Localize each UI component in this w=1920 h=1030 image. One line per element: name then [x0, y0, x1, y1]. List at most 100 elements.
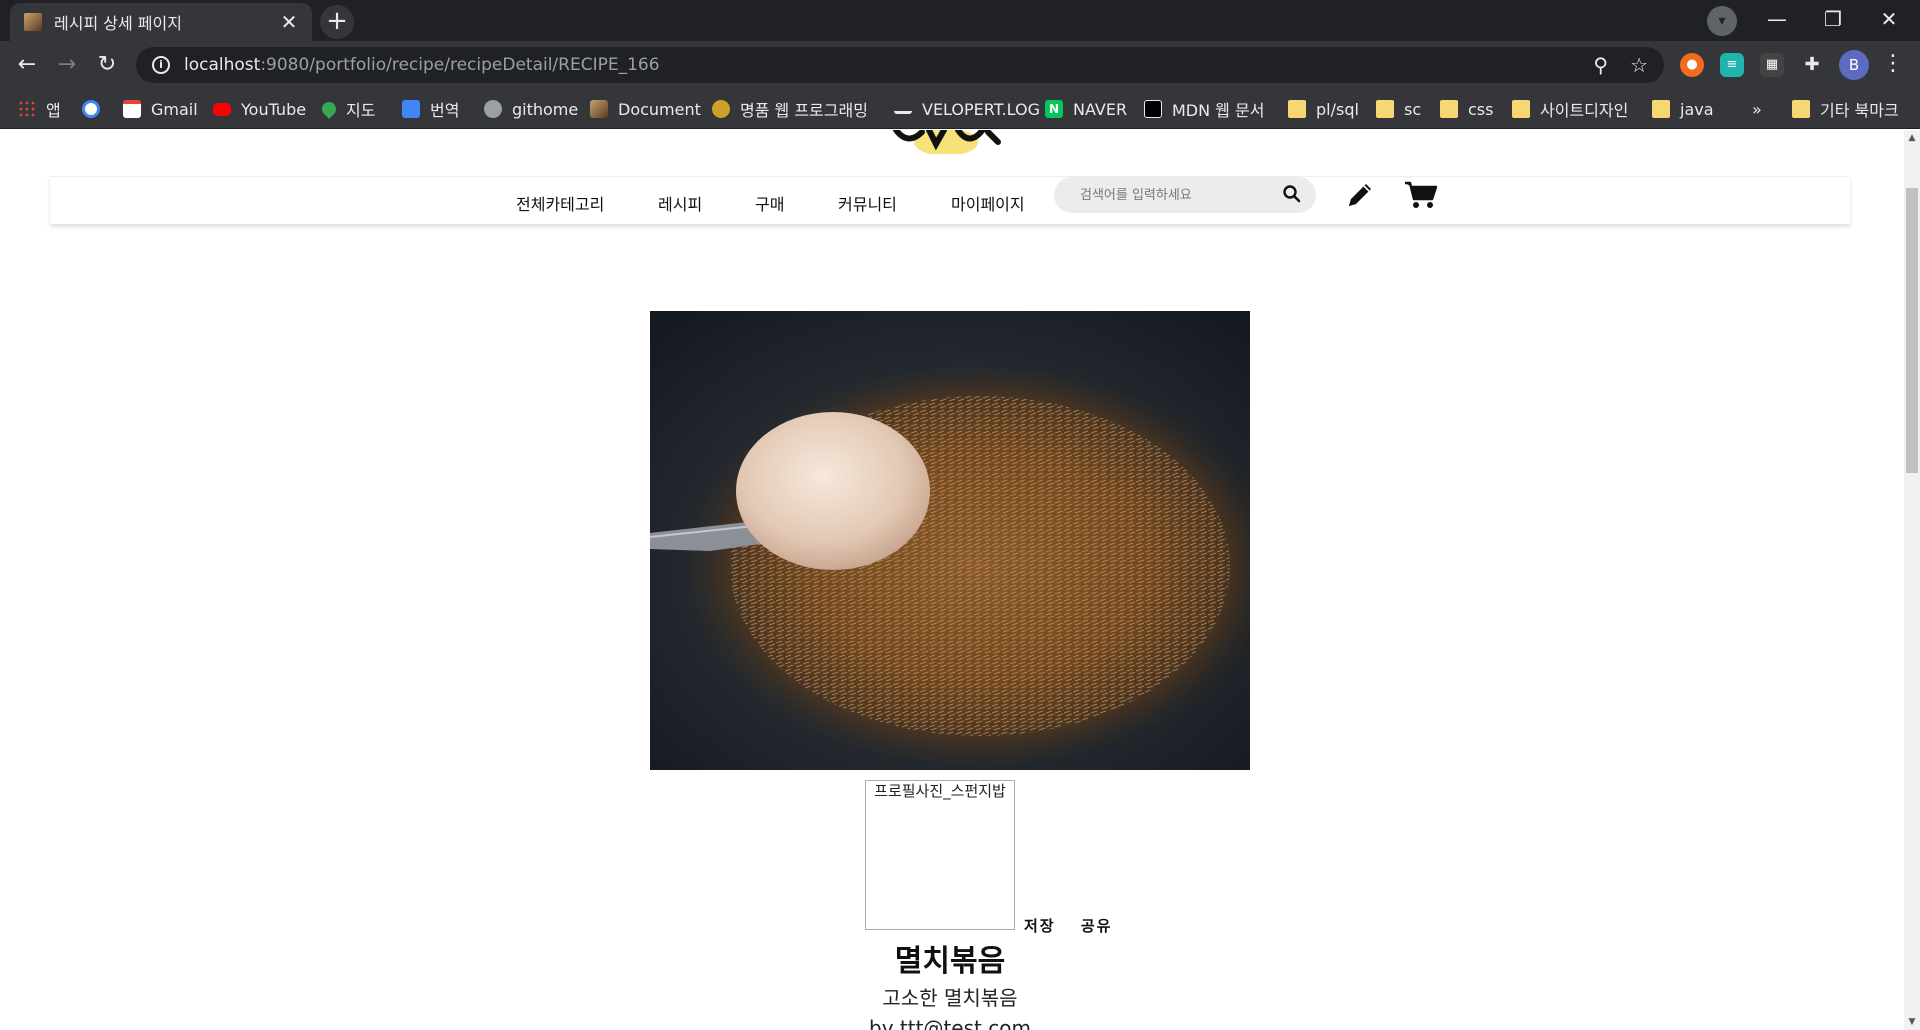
- reload-icon[interactable]: ↻: [90, 49, 124, 83]
- bookmark-githome[interactable]: githome: [484, 97, 578, 121]
- gmail-icon: [123, 100, 141, 118]
- zoom-icon[interactable]: ⚲: [1593, 53, 1608, 77]
- bookmark-document[interactable]: Document: [590, 97, 701, 121]
- folder-icon: [1376, 100, 1394, 118]
- shopping-cart-icon[interactable]: [1404, 180, 1438, 210]
- bookmark-label: Gmail: [151, 99, 198, 119]
- page-viewport: 전체카테고리 레시피 구매 커뮤니티 마이페이지 검색어를 입력하세요 프로필사…: [0, 130, 1904, 1030]
- address-bar[interactable]: i localhost:9080/portfolio/recipe/recipe…: [136, 47, 1664, 83]
- bookmark-label: 번역: [430, 101, 460, 120]
- bookmark-folder-css[interactable]: css: [1440, 97, 1493, 121]
- extension-teal-icon[interactable]: ≡: [1720, 53, 1744, 77]
- browser-menu-icon[interactable]: ⋮: [1882, 50, 1904, 80]
- google-icon: [82, 100, 100, 118]
- folder-icon: [1440, 100, 1458, 118]
- nav-buy[interactable]: 구매: [755, 191, 784, 215]
- bookmark-label: MDN 웹 문서: [1172, 101, 1265, 120]
- bookmark-label: sc: [1404, 99, 1422, 119]
- bookmark-folder-other[interactable]: 기타 북마크: [1792, 97, 1899, 121]
- nav-all-categories[interactable]: 전체카테고리: [516, 191, 604, 215]
- site-icon: [712, 100, 730, 118]
- scroll-down-icon[interactable]: ▼: [1904, 1014, 1920, 1030]
- browser-tab[interactable]: 레시피 상세 페이지 ✕: [10, 3, 312, 41]
- bookmark-label: css: [1468, 99, 1494, 119]
- bookmark-label: YouTube: [241, 99, 307, 119]
- bookmark-folder-sitedesign[interactable]: 사이트디자인: [1512, 97, 1628, 121]
- tab-title: 레시피 상세 페이지: [54, 14, 182, 33]
- url-path: :9080/portfolio/recipe/recipeDetail/RECI…: [260, 55, 660, 75]
- bookmark-label: 명품 웹 프로그래밍: [740, 101, 868, 120]
- recipe-title: 멸치볶음: [894, 944, 1006, 979]
- tab-strip: 레시피 상세 페이지 ✕ + ▾ — ❐ ✕: [0, 0, 1920, 41]
- bookmark-naver[interactable]: N NAVER: [1045, 97, 1127, 121]
- recipe-main-image: [650, 311, 1250, 770]
- site-logo-icon[interactable]: [888, 130, 1008, 154]
- bookmark-folder-plsql[interactable]: pl/sql: [1288, 97, 1359, 121]
- mdn-icon: [1144, 100, 1162, 118]
- pencil-icon[interactable]: [1344, 179, 1376, 211]
- bookmark-maps[interactable]: 지도: [319, 97, 376, 121]
- bookmarks-bar: 앱 Gmail YouTube 지도 번역 githome Document 명…: [0, 89, 1920, 129]
- bookmark-folder-java[interactable]: java: [1652, 97, 1714, 121]
- extensions-puzzle-icon[interactable]: ✚: [1800, 53, 1824, 77]
- bookmark-google[interactable]: [82, 97, 110, 121]
- translate-icon: [402, 100, 420, 118]
- save-button[interactable]: 저장: [1024, 917, 1056, 935]
- close-tab-icon[interactable]: ✕: [278, 10, 300, 34]
- bookmark-label: VELOPERT.LOG: [922, 99, 1040, 119]
- back-icon[interactable]: ←: [10, 49, 44, 83]
- bookmark-label: Document: [618, 99, 701, 119]
- bookmark-velopert[interactable]: VELOPERT.LOG: [894, 97, 1040, 121]
- globe-icon: [484, 100, 502, 118]
- maps-icon: [319, 99, 339, 119]
- nav-mypage[interactable]: 마이페이지: [951, 191, 1025, 215]
- scrollbar-thumb[interactable]: [1906, 188, 1918, 473]
- bookmarks-overflow-button[interactable]: »: [1752, 97, 1762, 121]
- bookmark-label: 지도: [346, 101, 376, 120]
- minimize-icon[interactable]: —: [1750, 0, 1804, 41]
- author-profile-image: 프로필사진_스펀지밥: [865, 780, 1015, 930]
- bookmark-label: java: [1680, 99, 1714, 119]
- close-window-icon[interactable]: ✕: [1862, 0, 1916, 41]
- folder-icon: [1288, 100, 1306, 118]
- folder-icon: [1652, 100, 1670, 118]
- search-icon[interactable]: [1282, 184, 1302, 204]
- tab-search-icon[interactable]: ▾: [1707, 6, 1737, 36]
- search-input[interactable]: [1078, 184, 1268, 206]
- folder-icon: [1512, 100, 1530, 118]
- youtube-icon: [213, 102, 231, 116]
- nav-community[interactable]: 커뮤니티: [838, 191, 897, 215]
- restore-icon[interactable]: ❐: [1806, 0, 1860, 41]
- tab-favicon-icon: [24, 13, 42, 31]
- bookmark-folder-sc[interactable]: sc: [1376, 97, 1421, 121]
- bookmark-label: 사이트디자인: [1540, 101, 1629, 120]
- bookmark-label: 앱: [46, 101, 61, 120]
- forward-icon[interactable]: →: [50, 49, 84, 83]
- site-navbar: 전체카테고리 레시피 구매 커뮤니티 마이페이지: [50, 176, 1850, 224]
- bookmark-youtube[interactable]: YouTube: [213, 97, 306, 121]
- bookmark-gmail[interactable]: Gmail: [123, 97, 198, 121]
- recipe-author: by ttt@test.com: [869, 1016, 1031, 1030]
- bookmark-translate[interactable]: 번역: [402, 97, 459, 121]
- bookmark-star-icon[interactable]: ☆: [1630, 53, 1648, 77]
- site-info-icon[interactable]: i: [152, 56, 170, 74]
- bookmark-webprog[interactable]: 명품 웹 프로그래밍: [712, 97, 868, 121]
- bookmark-mdn[interactable]: MDN 웹 문서: [1144, 97, 1264, 121]
- site-search: [1054, 177, 1316, 213]
- bookmark-label: pl/sql: [1316, 99, 1359, 119]
- scroll-up-icon[interactable]: ▲: [1904, 130, 1920, 146]
- bookmark-label: githome: [512, 99, 579, 119]
- bookmark-apps[interactable]: 앱: [18, 97, 61, 121]
- folder-icon: [1792, 100, 1810, 118]
- new-tab-button[interactable]: +: [320, 5, 354, 39]
- naver-icon: N: [1045, 100, 1063, 118]
- nav-recipe[interactable]: 레시피: [658, 191, 702, 215]
- recipe-subtitle: 고소한 멸치볶음: [882, 986, 1018, 1010]
- share-button[interactable]: 공유: [1081, 917, 1113, 935]
- recipe-actions: 저장 공유: [1024, 915, 1130, 936]
- velopert-icon: [894, 104, 912, 114]
- page-scrollbar[interactable]: ▲ ▼: [1904, 130, 1920, 1030]
- extension-qr-icon[interactable]: ▦: [1760, 53, 1784, 77]
- extension-orange-icon[interactable]: ●: [1680, 53, 1704, 77]
- profile-avatar[interactable]: B: [1839, 50, 1869, 80]
